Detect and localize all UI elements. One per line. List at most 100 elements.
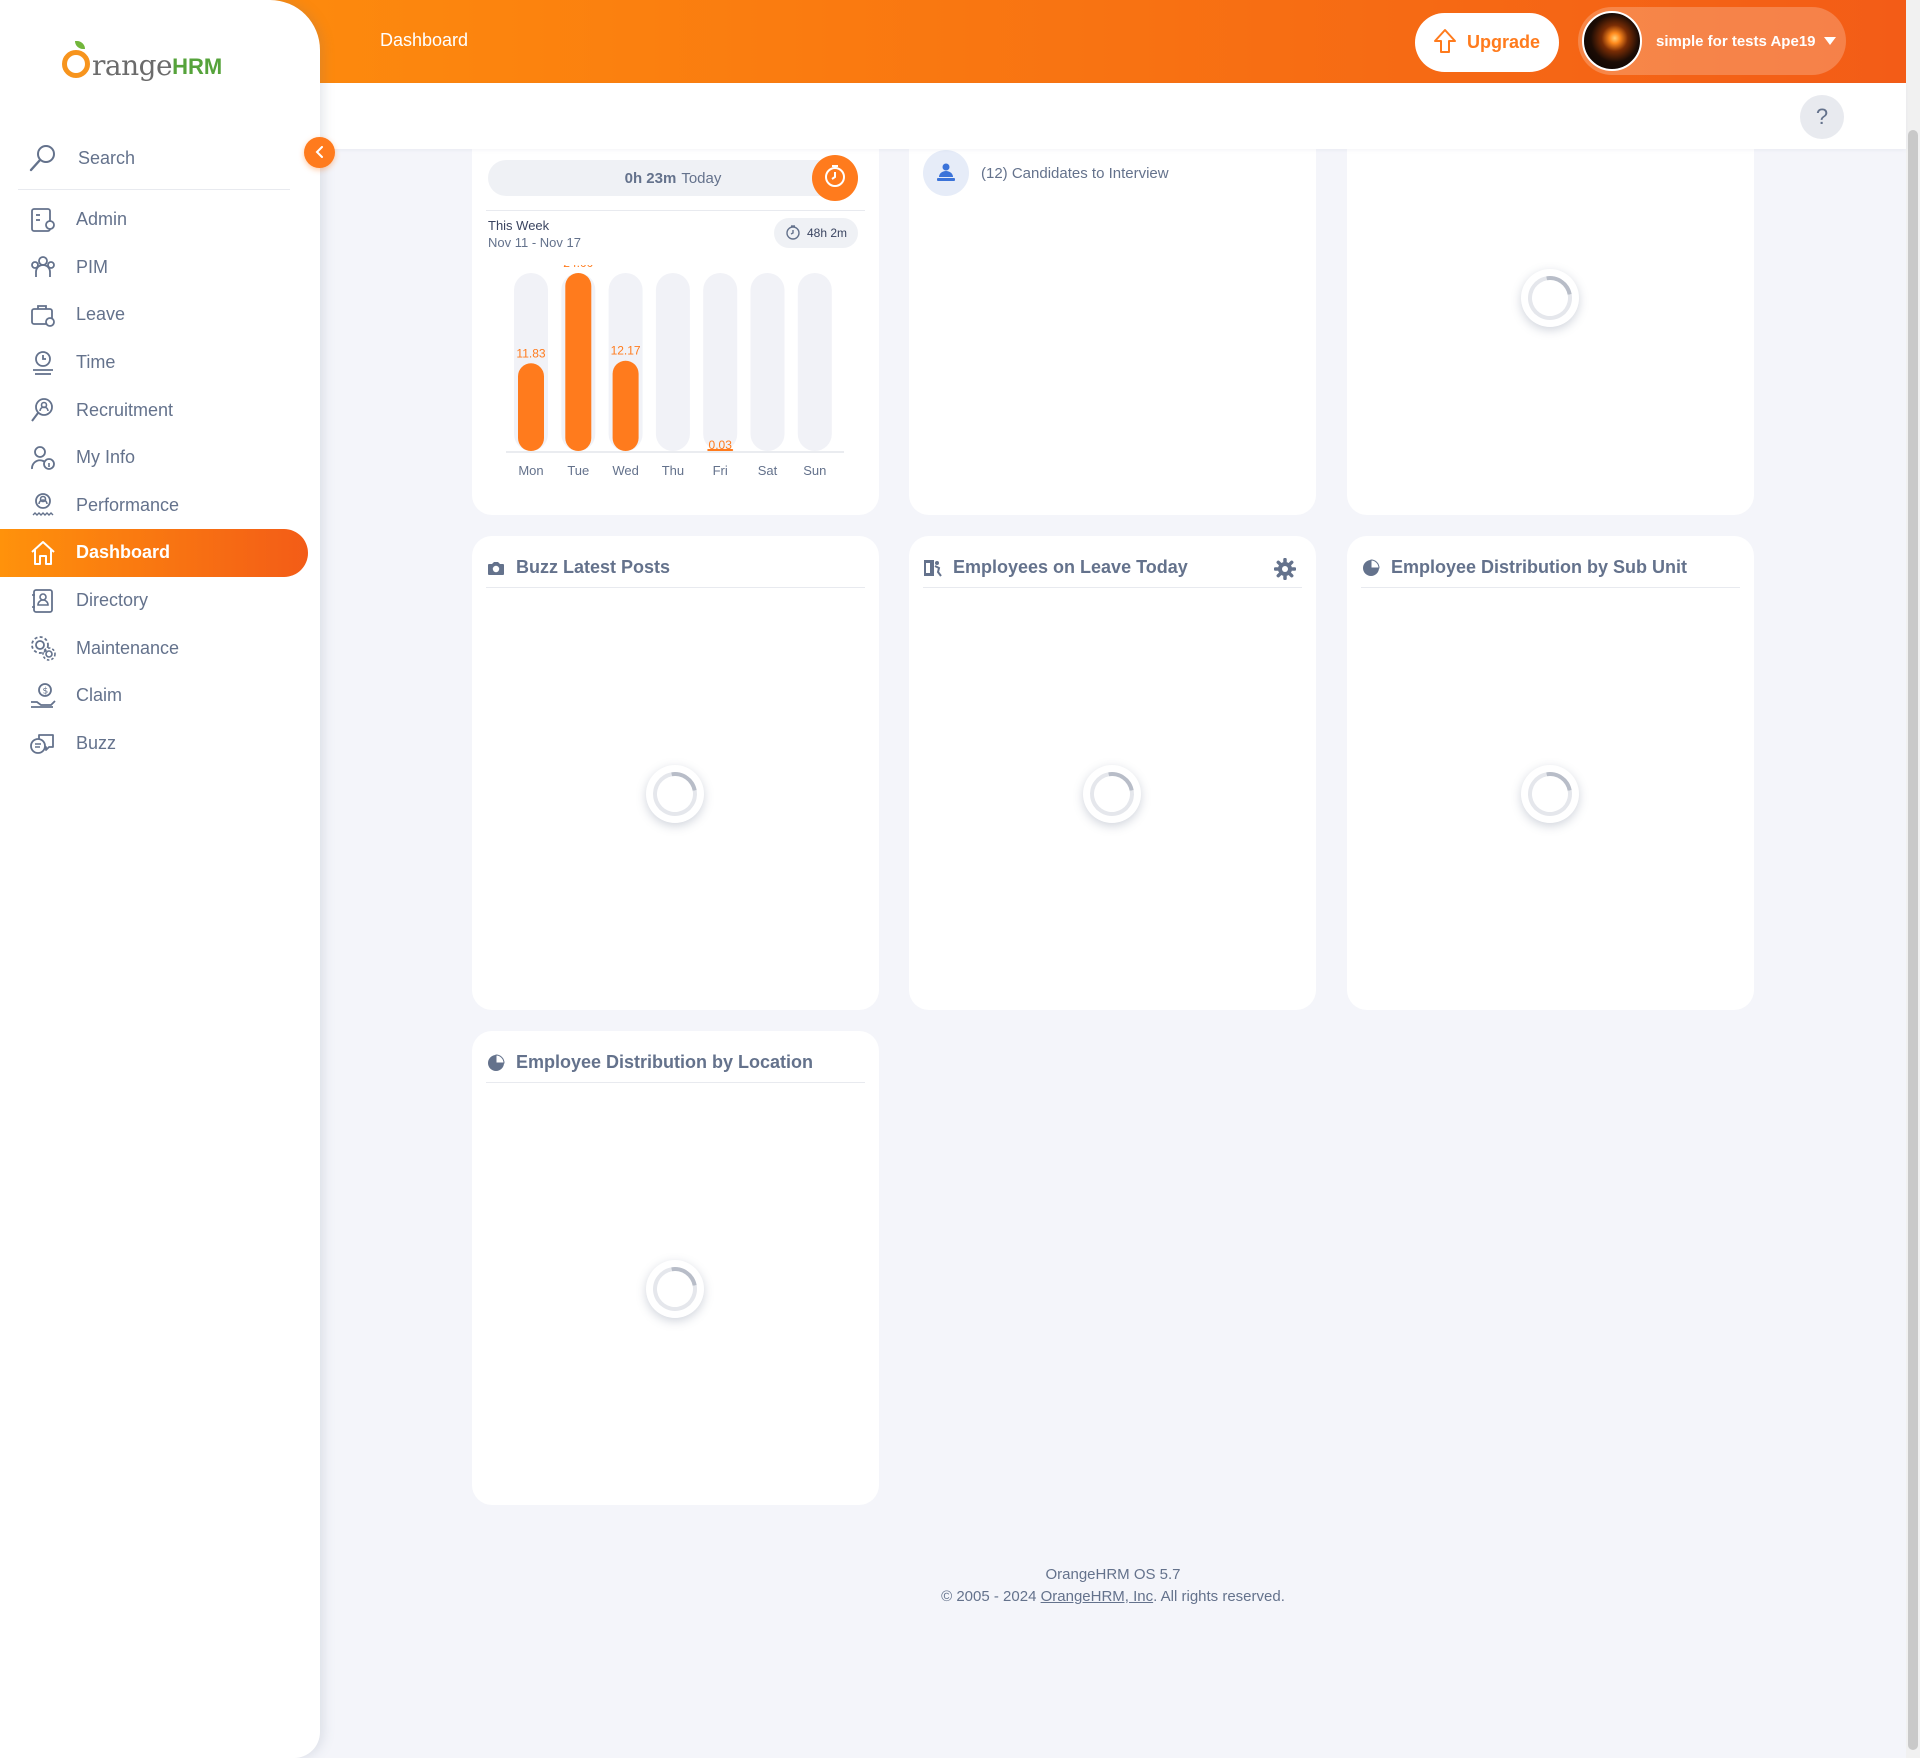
candidates-to-interview-row[interactable]: (12) Candidates to Interview bbox=[923, 150, 1169, 196]
bar-track bbox=[750, 273, 785, 451]
sidebar-item-label: Recruitment bbox=[76, 399, 174, 420]
interview-icon bbox=[923, 150, 969, 196]
claim-icon: $ bbox=[28, 681, 58, 711]
card-title: Buzz Latest Posts bbox=[516, 557, 671, 577]
time-icon bbox=[28, 348, 58, 378]
loading-spinner-icon bbox=[646, 765, 704, 823]
sidebar-item-directory[interactable]: Directory bbox=[0, 577, 320, 625]
employees-on-leave-card: Employees on Leave Today bbox=[909, 536, 1316, 1010]
maintenance-icon bbox=[28, 633, 58, 663]
user-name: simple for tests Ape19 bbox=[1656, 32, 1816, 50]
quick-launch-card bbox=[1347, 130, 1754, 515]
user-dropdown[interactable]: simple for tests Ape19 bbox=[1578, 7, 1846, 75]
sidebar-item-label: Maintenance bbox=[76, 637, 180, 658]
bar-track bbox=[703, 273, 738, 451]
week-total-badge: 48h 2m bbox=[774, 218, 858, 248]
stopwatch-icon bbox=[822, 163, 848, 193]
sidebar-item-pim[interactable]: PIM bbox=[0, 244, 320, 292]
sidebar-collapse-button[interactable] bbox=[304, 137, 335, 168]
leave-icon bbox=[28, 300, 58, 330]
x-tick-label: Fri bbox=[713, 463, 728, 478]
card-title: Employees on Leave Today bbox=[953, 557, 1188, 577]
admin-icon bbox=[28, 205, 58, 235]
page-scrollbar-thumb[interactable] bbox=[1908, 130, 1918, 1750]
performance-icon bbox=[28, 490, 58, 520]
sidebar-item-label: Admin bbox=[76, 209, 128, 230]
week-title: This Week bbox=[488, 218, 550, 233]
distribution-by-subunit-card: Employee Distribution by Sub Unit bbox=[1347, 536, 1754, 1010]
sidebar-item-admin[interactable]: Admin bbox=[0, 196, 320, 244]
sidebar-item-label: PIM bbox=[76, 256, 109, 277]
sidebar-item-label: Leave bbox=[76, 304, 126, 325]
loading-spinner-icon bbox=[646, 1260, 704, 1318]
footer-copyright: © 2005 - 2024 OrangeHRM, Inc. All rights… bbox=[320, 1588, 1906, 1605]
caret-down-icon bbox=[1823, 37, 1836, 45]
x-tick-label: Mon bbox=[518, 463, 543, 478]
sidebar-item-label: Performance bbox=[76, 494, 180, 515]
bar-track bbox=[655, 273, 690, 451]
week-total: 48h 2m bbox=[806, 226, 848, 240]
bar-wed[interactable] bbox=[612, 360, 639, 451]
search-icon bbox=[28, 143, 60, 175]
card-title: Employee Distribution by Location bbox=[516, 1052, 814, 1072]
sidebar-item-claim[interactable]: $ Claim bbox=[0, 672, 320, 720]
recruitment-icon bbox=[28, 395, 58, 425]
brand-logo[interactable]: range HRM bbox=[62, 40, 222, 80]
week-range: Nov 11 - Nov 17 bbox=[488, 235, 581, 250]
sidebar-search[interactable]: Search bbox=[18, 128, 290, 190]
pie-chart-icon bbox=[1361, 558, 1381, 578]
sub-header-bar bbox=[320, 83, 1906, 149]
chevron-left-icon bbox=[314, 143, 326, 162]
search-label: Search bbox=[78, 148, 136, 168]
sidebar-item-time[interactable]: Time bbox=[0, 339, 320, 387]
x-tick-label: Tue bbox=[567, 463, 589, 478]
today-hours: 0h 23m bbox=[624, 169, 677, 187]
upgrade-icon bbox=[1433, 28, 1457, 58]
leave-exit-icon bbox=[923, 558, 943, 578]
today-hours-pill: 0h 23m Today bbox=[488, 160, 858, 196]
sidebar: range HRM Search Admin PIM Leave Time Rec… bbox=[0, 0, 320, 1758]
gear-icon[interactable] bbox=[1273, 557, 1297, 584]
x-tick-label: Thu bbox=[662, 463, 684, 478]
company-link[interactable]: OrangeHRM, Inc bbox=[1041, 1588, 1154, 1605]
camera-icon bbox=[486, 558, 506, 578]
sidebar-item-label: Time bbox=[76, 352, 116, 373]
copyright-prefix: © 2005 - 2024 bbox=[941, 1588, 1041, 1605]
sidebar-item-maintenance[interactable]: Maintenance bbox=[0, 624, 320, 672]
copyright-suffix: . All rights reserved. bbox=[1153, 1588, 1285, 1605]
upgrade-button[interactable]: Upgrade bbox=[1415, 13, 1559, 72]
distribution-by-location-card: Employee Distribution by Location bbox=[472, 1031, 879, 1505]
sidebar-item-dashboard[interactable]: Dashboard bbox=[0, 529, 308, 577]
buzz-icon bbox=[28, 728, 58, 758]
help-button[interactable]: ? bbox=[1800, 95, 1844, 139]
sidebar-item-buzz[interactable]: Buzz bbox=[0, 720, 320, 768]
card-title: Employee Distribution by Sub Unit bbox=[1391, 557, 1688, 577]
bar-value-label: 11.83 bbox=[516, 346, 545, 360]
sidebar-item-label: Dashboard bbox=[76, 542, 171, 563]
loading-spinner-icon bbox=[1521, 765, 1579, 823]
sidebar-item-label: My Info bbox=[76, 447, 136, 468]
main-menu: Admin PIM Leave Time Recruitment My Info… bbox=[0, 196, 320, 767]
loading-spinner-icon bbox=[1521, 269, 1579, 327]
sidebar-item-my-info[interactable]: My Info bbox=[0, 434, 320, 482]
punch-timer-button[interactable] bbox=[812, 155, 858, 201]
svg-text:$: $ bbox=[43, 686, 49, 696]
x-tick-label: Sat bbox=[758, 463, 778, 478]
sidebar-item-label: Claim bbox=[76, 685, 123, 706]
week-hours-chart: 11.83 Mon 24.00 Tue 12.17 Wed Thu 0.03 Fri Sat Sun bbox=[506, 265, 844, 478]
bar-tue[interactable] bbox=[565, 273, 592, 451]
sidebar-item-performance[interactable]: Performance bbox=[0, 482, 320, 530]
x-tick-label: Sun bbox=[803, 463, 826, 478]
bar-mon[interactable] bbox=[518, 363, 544, 451]
my-info-icon bbox=[28, 443, 58, 473]
sidebar-item-leave[interactable]: Leave bbox=[0, 291, 320, 339]
sidebar-item-label: Buzz bbox=[76, 732, 117, 753]
bar-value-label: 24.00 bbox=[563, 265, 593, 270]
stopwatch-icon bbox=[785, 224, 801, 243]
sidebar-item-recruitment[interactable]: Recruitment bbox=[0, 386, 320, 434]
buzz-latest-posts-card: Buzz Latest Posts bbox=[472, 536, 879, 1010]
loading-spinner-icon bbox=[1083, 765, 1141, 823]
pim-icon bbox=[28, 252, 58, 282]
pie-chart-icon bbox=[486, 1053, 506, 1073]
bar-value-label: 0.03 bbox=[709, 438, 733, 452]
